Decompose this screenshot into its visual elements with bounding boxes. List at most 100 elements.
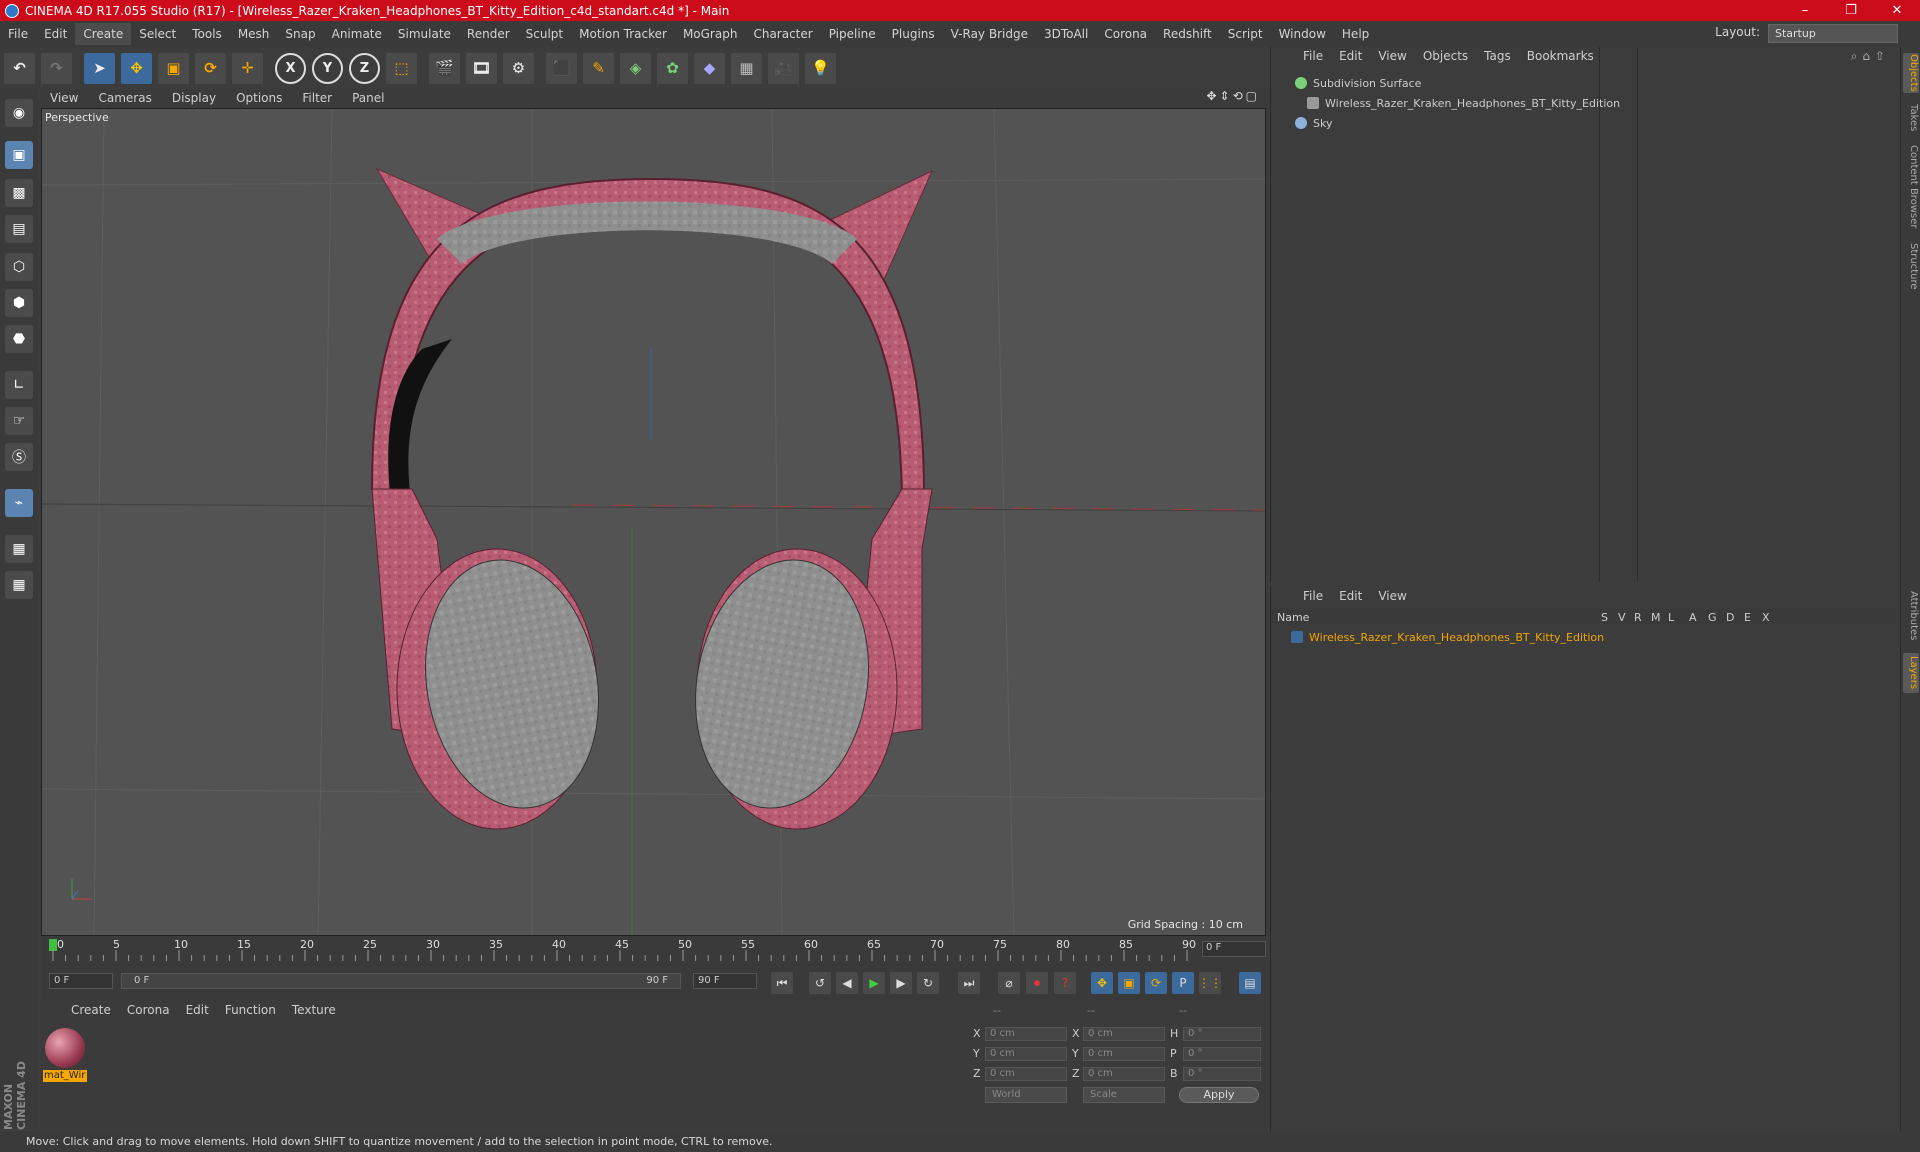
planar-workplane-icon[interactable]: ▦ xyxy=(5,571,33,599)
autokey-icon[interactable]: ? xyxy=(1054,972,1076,994)
menu-help[interactable]: Help xyxy=(1334,23,1377,45)
coordinate-system-icon[interactable]: ⬚ xyxy=(386,52,417,84)
om-menu-bookmarks[interactable]: Bookmarks xyxy=(1519,49,1602,63)
tab-takes[interactable]: Takes xyxy=(1903,103,1919,133)
rotate-tool-icon[interactable]: ⟳ xyxy=(195,52,226,84)
previous-key-icon[interactable]: ↺ xyxy=(809,972,831,994)
keyframe-selection-icon[interactable]: ⌀ xyxy=(998,972,1020,994)
tweak-mode-icon[interactable]: ☞ xyxy=(5,407,33,435)
play-icon[interactable]: ▶ xyxy=(863,972,885,994)
viewport-perspective[interactable]: Perspective Grid Spacing : 10 cm xyxy=(41,108,1266,936)
tab-structure[interactable]: Structure xyxy=(1903,241,1919,291)
material-swatch[interactable]: mat_Wir xyxy=(43,1026,87,1082)
range-slider[interactable]: 0 F 90 F xyxy=(121,973,681,989)
points-mode-icon[interactable]: ⬡ xyxy=(5,253,33,281)
go-to-end-icon[interactable]: ⏭ xyxy=(958,972,980,994)
material-menu-texture[interactable]: Texture xyxy=(284,1003,344,1017)
scale-tool-icon[interactable]: ▣ xyxy=(158,52,189,84)
om-menu-file[interactable]: File xyxy=(1295,49,1331,63)
rotation-p-field[interactable]: 0 ° xyxy=(1183,1047,1261,1061)
current-frame-field[interactable]: 0 F xyxy=(1202,941,1266,957)
subdivision-generator-icon[interactable]: ◈ xyxy=(620,52,651,84)
snap-icon[interactable]: ⌁ xyxy=(5,489,33,517)
key-pla-icon[interactable]: ⋮⋮ xyxy=(1198,972,1222,994)
previous-frame-icon[interactable]: ◀ xyxy=(836,972,858,994)
select-cursor-icon[interactable]: ➤ xyxy=(84,52,115,84)
axis-y-lock[interactable]: Y xyxy=(312,52,343,84)
floor-environment-icon[interactable]: ▦ xyxy=(731,52,762,84)
menu-mograph[interactable]: MoGraph xyxy=(675,23,746,45)
undo-icon[interactable]: ↶ xyxy=(4,52,35,84)
camera-icon[interactable]: 🎥 xyxy=(768,52,799,84)
menu-sculpt[interactable]: Sculpt xyxy=(518,23,571,45)
menu-tools[interactable]: Tools xyxy=(184,23,230,45)
key-parameter-icon[interactable]: P xyxy=(1172,972,1194,994)
menu-pipeline[interactable]: Pipeline xyxy=(821,23,884,45)
mograph-cloner-icon[interactable]: ✿ xyxy=(657,52,688,84)
timeline[interactable]: 0 5 10 15 20 25 30 35 40 45 50 55 60 65 … xyxy=(41,936,1266,962)
layer-row[interactable]: Wireless_Razer_Kraken_Headphones_BT_Kitt… xyxy=(1273,627,1897,647)
position-z-field[interactable]: 0 cm xyxy=(985,1067,1067,1081)
menu-character[interactable]: Character xyxy=(745,23,820,45)
position-y-field[interactable]: 0 cm xyxy=(985,1047,1067,1061)
tab-layers[interactable]: Layers xyxy=(1903,653,1919,693)
menu-mesh[interactable]: Mesh xyxy=(230,23,278,45)
lm-menu-view[interactable]: View xyxy=(1370,589,1414,603)
menu-edit[interactable]: Edit xyxy=(36,23,75,45)
viewport-menu-display[interactable]: Display xyxy=(162,91,226,105)
go-to-start-icon[interactable]: ⏮ xyxy=(771,972,793,994)
viewport-navigation-icons[interactable]: ✥⇕⟲▢ xyxy=(1206,89,1260,103)
menu-select[interactable]: Select xyxy=(131,23,184,45)
viewport-menu-panel[interactable]: Panel xyxy=(342,91,394,105)
axis-z-lock[interactable]: Z xyxy=(349,52,380,84)
om-menu-tags[interactable]: Tags xyxy=(1476,49,1519,63)
rotation-h-field[interactable]: 0 ° xyxy=(1183,1027,1261,1041)
size-mode-select[interactable]: Scale xyxy=(1083,1087,1165,1103)
timeline-window-icon[interactable]: ▤ xyxy=(1239,972,1261,994)
pen-spline-icon[interactable]: ✎ xyxy=(583,52,614,84)
next-key-icon[interactable]: ↻ xyxy=(917,972,939,994)
menu-render[interactable]: Render xyxy=(459,23,518,45)
apply-button[interactable]: Apply xyxy=(1179,1087,1259,1103)
menu-plugins[interactable]: Plugins xyxy=(884,23,943,45)
menu-snap[interactable]: Snap xyxy=(277,23,323,45)
object-row[interactable]: Wireless_Razer_Kraken_Headphones_BT_Kitt… xyxy=(1273,93,1897,113)
workplane-mode-icon[interactable]: ▤ xyxy=(5,215,33,243)
locked-workplane-icon[interactable]: ▦ xyxy=(5,535,33,563)
menu-script[interactable]: Script xyxy=(1220,23,1271,45)
render-settings-icon[interactable]: ⚙ xyxy=(503,52,534,84)
viewport-menu-filter[interactable]: Filter xyxy=(292,91,342,105)
material-menu-corona[interactable]: Corona xyxy=(119,1003,178,1017)
soft-selection-icon[interactable]: Ⓢ xyxy=(5,443,33,471)
menu-3dtoall[interactable]: 3DToAll xyxy=(1036,23,1096,45)
menu-redshift[interactable]: Redshift xyxy=(1155,23,1220,45)
enable-axis-icon[interactable]: ∟ xyxy=(5,371,33,399)
menu-create[interactable]: Create xyxy=(75,23,132,45)
object-row[interactable]: Sky xyxy=(1273,113,1897,133)
lm-menu-edit[interactable]: Edit xyxy=(1331,589,1370,603)
light-icon[interactable]: 💡 xyxy=(805,52,836,84)
om-toolbar-icons[interactable]: ⌕⌂⇧ xyxy=(1851,49,1890,64)
render-picture-viewer-icon[interactable]: 🎞 xyxy=(466,52,497,84)
viewport-menu-view[interactable]: View xyxy=(40,91,88,105)
maximize-button[interactable]: ❐ xyxy=(1828,3,1874,18)
close-button[interactable]: ✕ xyxy=(1874,3,1920,18)
record-icon[interactable]: ⏺ xyxy=(1026,972,1048,994)
om-menu-objects[interactable]: Objects xyxy=(1415,49,1476,63)
model-mode-icon[interactable]: ▣ xyxy=(5,141,33,169)
menu-animate[interactable]: Animate xyxy=(324,23,390,45)
redo-icon[interactable]: ↷ xyxy=(41,52,72,84)
size-x-field[interactable]: 0 cm xyxy=(1083,1027,1165,1041)
viewport-menu-options[interactable]: Options xyxy=(226,91,292,105)
menu-window[interactable]: Window xyxy=(1271,23,1334,45)
tab-attributes[interactable]: Attributes xyxy=(1903,587,1919,645)
start-frame-field[interactable]: 0 F xyxy=(49,973,113,989)
deformer-icon[interactable]: ◆ xyxy=(694,52,725,84)
texture-mode-icon[interactable]: ▩ xyxy=(5,179,33,207)
tab-content-browser[interactable]: Content Browser xyxy=(1903,143,1919,231)
make-editable-icon[interactable]: ◉ xyxy=(5,99,33,127)
next-frame-icon[interactable]: ▶ xyxy=(890,972,912,994)
viewport-menu-cameras[interactable]: Cameras xyxy=(88,91,161,105)
layout-select[interactable]: Startup xyxy=(1768,24,1898,43)
key-position-icon[interactable]: ✥ xyxy=(1091,972,1113,994)
